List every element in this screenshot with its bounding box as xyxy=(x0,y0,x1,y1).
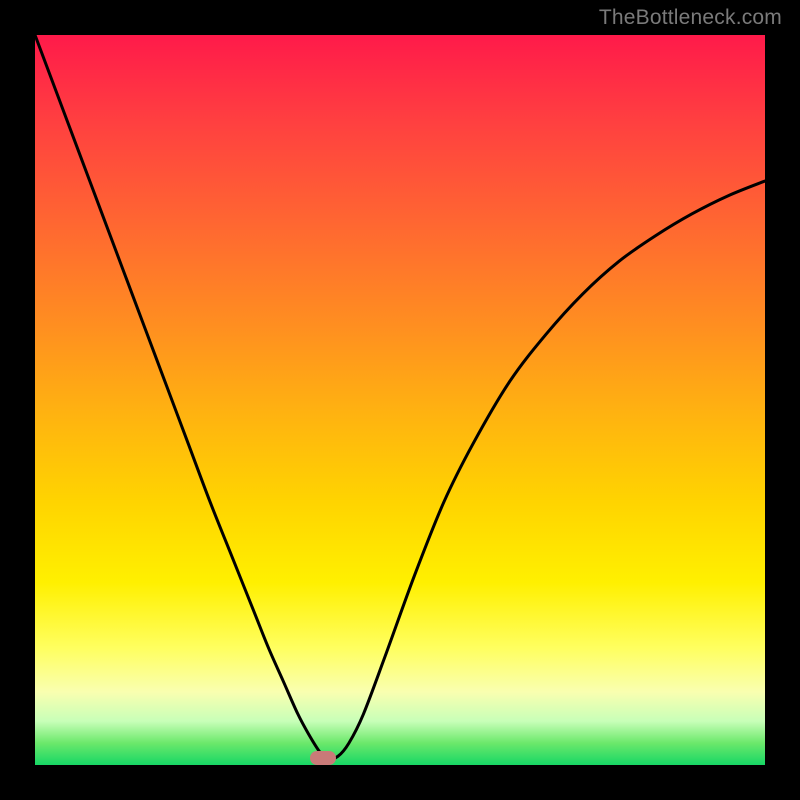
chart-frame: TheBottleneck.com xyxy=(0,0,800,800)
gradient-background xyxy=(35,35,765,765)
watermark-text: TheBottleneck.com xyxy=(599,6,782,30)
minimum-marker xyxy=(310,751,336,765)
